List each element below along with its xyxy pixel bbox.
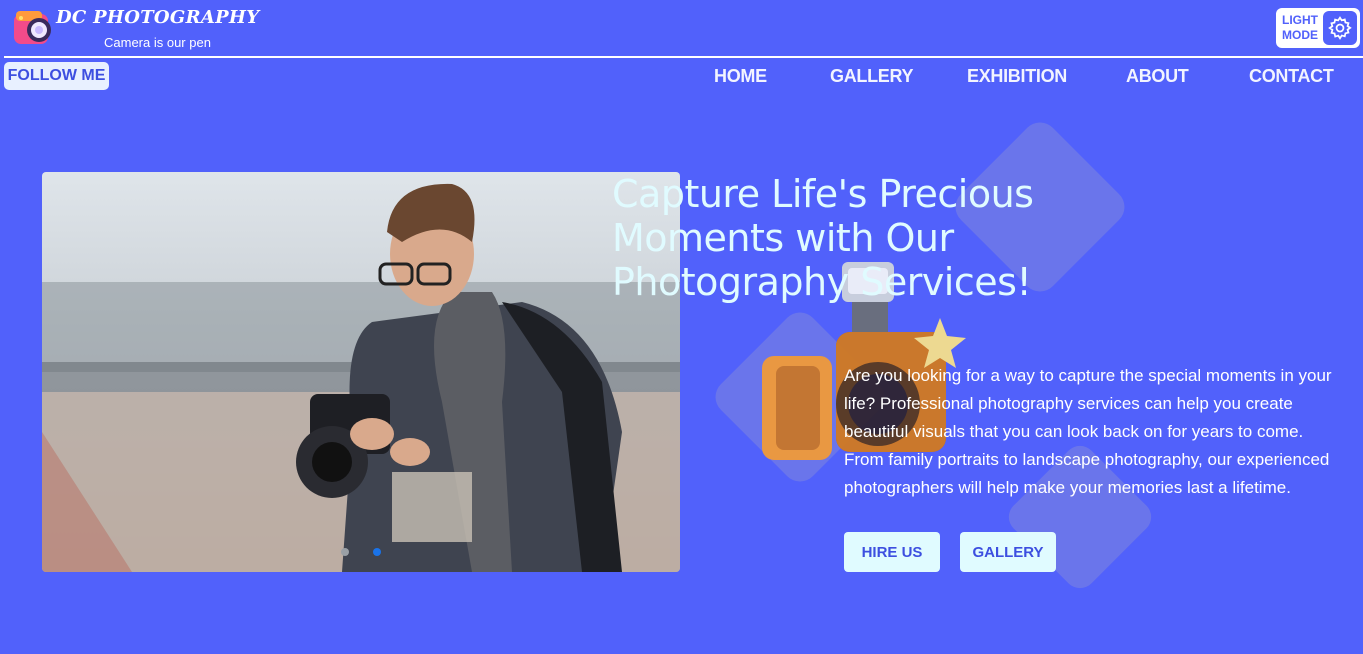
nav-home[interactable]: HOME xyxy=(714,66,767,87)
carousel-dot-active[interactable] xyxy=(373,548,381,556)
header-divider xyxy=(4,56,1363,58)
mode-label: LIGHT MODE xyxy=(1282,13,1322,43)
brand-title[interactable]: DC PHOTOGRAPHY xyxy=(56,7,259,28)
nav-about[interactable]: ABOUT xyxy=(1126,66,1189,87)
hero-description: Are you looking for a way to capture the… xyxy=(844,366,1332,497)
gear-icon xyxy=(1323,11,1357,45)
mode-toggle-button[interactable]: LIGHT MODE xyxy=(1276,8,1360,48)
nav-contact[interactable]: CONTACT xyxy=(1249,66,1334,87)
nav-exhibition[interactable]: EXHIBITION xyxy=(967,66,1067,87)
camera-logo-icon[interactable] xyxy=(12,6,54,48)
brand-tagline: Camera is our pen xyxy=(104,35,211,50)
mode-label-line1: LIGHT xyxy=(1282,13,1318,27)
carousel-indicators xyxy=(341,548,381,556)
site-header: DC PHOTOGRAPHY Camera is our pen LIGHT M… xyxy=(0,0,1363,58)
hero-headline: Capture Life's Precious Moments with Our… xyxy=(612,172,1034,304)
main-nav: HOME GALLERY EXHIBITION ABOUT CONTACT xyxy=(0,64,1363,90)
nav-gallery[interactable]: GALLERY xyxy=(830,66,914,87)
hire-us-button[interactable]: HIRE US xyxy=(844,532,940,572)
gallery-button[interactable]: GALLERY xyxy=(960,532,1056,572)
mode-label-line2: MODE xyxy=(1282,28,1318,42)
hero-photo xyxy=(42,172,680,572)
carousel-dot[interactable] xyxy=(341,548,349,556)
